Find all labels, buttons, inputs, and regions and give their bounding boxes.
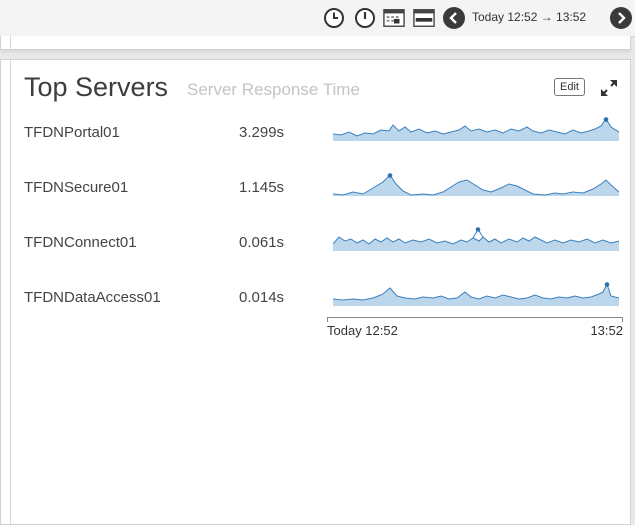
server-row[interactable]: TFDNConnect01 0.061s bbox=[1, 227, 630, 260]
response-time-value: 3.299s bbox=[239, 124, 285, 141]
next-range-button[interactable] bbox=[610, 7, 632, 29]
server-row[interactable]: TFDNDataAccess01 0.014s bbox=[1, 282, 630, 315]
axis-end-label: 13:52 bbox=[590, 323, 623, 338]
server-name[interactable]: TFDNConnect01 bbox=[24, 234, 137, 251]
previous-range-button[interactable] bbox=[443, 7, 465, 29]
server-name[interactable]: TFDNDataAccess01 bbox=[24, 289, 161, 306]
top-servers-widget: Top Servers Server Response Time Edit TF… bbox=[0, 59, 631, 525]
axis-tick bbox=[622, 317, 623, 322]
axis-tick bbox=[327, 317, 328, 322]
panel-divider bbox=[10, 36, 11, 49]
history-clock-icon[interactable] bbox=[323, 7, 345, 29]
axis-line bbox=[327, 317, 623, 318]
timer-icon[interactable] bbox=[354, 7, 376, 29]
response-time-sparkline bbox=[333, 282, 619, 306]
server-name[interactable]: TFDNSecure01 bbox=[24, 179, 128, 196]
server-name[interactable]: TFDNPortal01 bbox=[24, 124, 120, 141]
axis-start-label: Today 12:52 bbox=[327, 323, 398, 338]
calendar-icon[interactable] bbox=[383, 7, 405, 29]
server-row[interactable]: TFDNSecure01 1.145s bbox=[1, 173, 630, 205]
server-row[interactable]: TFDNPortal01 3.299s bbox=[1, 117, 630, 150]
response-time-sparkline bbox=[333, 117, 619, 141]
edit-button[interactable]: Edit bbox=[554, 78, 585, 96]
response-time-value: 1.145s bbox=[239, 179, 285, 196]
top-toolbar: Today 12:52 → 13:52 bbox=[0, 0, 635, 37]
widget-title: Top Servers bbox=[24, 72, 169, 102]
expand-icon[interactable] bbox=[598, 77, 620, 99]
upper-panel bbox=[0, 36, 631, 50]
time-range-label: Today 12:52 → 13:52 bbox=[472, 10, 587, 24]
time-axis: Today 12:52 13:52 bbox=[327, 317, 623, 341]
date-range-icon[interactable] bbox=[413, 7, 435, 29]
response-time-sparkline bbox=[333, 173, 619, 196]
response-time-value: 0.014s bbox=[239, 289, 285, 306]
response-time-sparkline bbox=[333, 227, 619, 251]
widget-subtitle: Server Response Time bbox=[187, 80, 360, 99]
response-time-value: 0.061s bbox=[239, 234, 285, 251]
